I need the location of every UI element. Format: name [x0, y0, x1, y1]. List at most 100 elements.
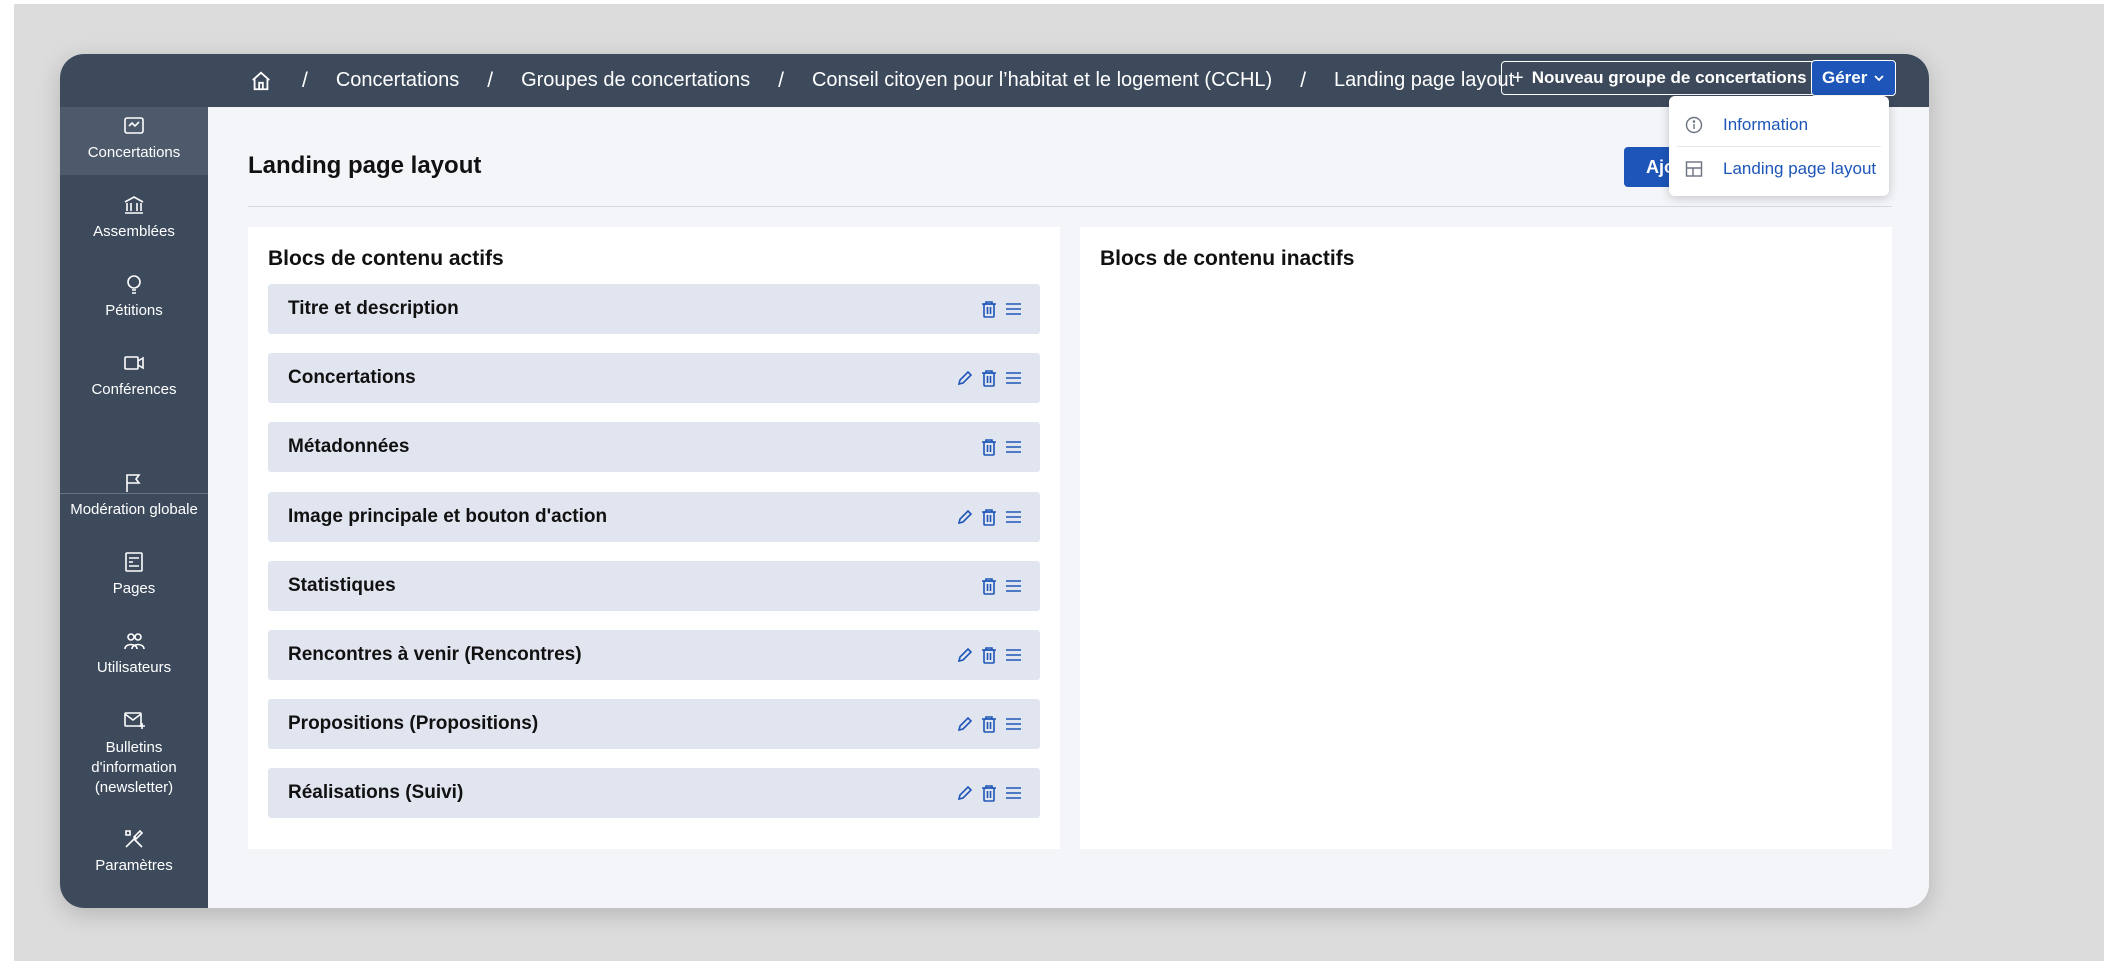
sidebar-item-label: Bulletins d'information (newsletter) [91, 739, 177, 796]
concertations-icon [122, 114, 146, 138]
sidebar-item-moderation[interactable]: Modération globale [60, 471, 208, 518]
drag-handle-icon[interactable] [1004, 715, 1022, 733]
menu-item-label: Landing page layout [1723, 159, 1877, 178]
inactive-blocks-title: Blocs de contenu inactifs [1100, 247, 1355, 270]
trash-icon[interactable] [980, 577, 998, 595]
menu-item-label: Information [1723, 115, 1809, 134]
inactive-blocks-panel[interactable]: Blocs de contenu inactifs [1080, 227, 1892, 849]
chevron-down-icon [1873, 72, 1885, 84]
block-actions [956, 699, 1022, 749]
manage-button[interactable]: Gérer [1811, 60, 1897, 96]
pencil-icon[interactable] [956, 784, 974, 802]
manage-dropdown-menu: Information Landing page layout [1669, 96, 1889, 196]
drag-handle-icon[interactable] [1004, 508, 1022, 526]
sidebar-item-users[interactable]: Utilisateurs [60, 629, 208, 676]
trash-icon[interactable] [980, 369, 998, 387]
drag-handle-icon[interactable] [1004, 784, 1022, 802]
users-icon [122, 629, 146, 653]
active-blocks-panel: Blocs de contenu actifs Titre et descrip… [248, 227, 1060, 849]
trash-icon[interactable] [980, 715, 998, 733]
sidebar-item-newsletter[interactable]: Bulletins d'information (newsletter) [60, 708, 208, 798]
sidebar-item-label: Assemblées [93, 223, 175, 240]
sidebar-item-label: Utilisateurs [96, 659, 172, 676]
sidebar-item-label: Modération globale [70, 501, 198, 518]
breadcrumb-concertations[interactable]: Concertations [336, 69, 459, 92]
active-blocks-title: Blocs de contenu actifs [268, 247, 504, 270]
video-icon [122, 351, 146, 375]
sidebar-item-label: Pétitions [105, 302, 163, 319]
block-label: Réalisations (Suivi) [288, 782, 464, 803]
trash-icon[interactable] [980, 646, 998, 664]
breadcrumb-separator: / [302, 68, 308, 92]
block-actions [980, 284, 1022, 334]
pencil-icon[interactable] [956, 646, 974, 664]
block-actions [956, 492, 1022, 542]
flag-icon [122, 471, 146, 495]
block-label: Rencontres à venir (Rencontres) [288, 644, 582, 665]
menu-item-landing-page-layout[interactable]: Landing page layout [1669, 149, 1889, 189]
block-actions [956, 768, 1022, 818]
plus-icon: + [1512, 66, 1524, 89]
pencil-icon[interactable] [956, 369, 974, 387]
drag-handle-icon[interactable] [1004, 646, 1022, 664]
content-block[interactable]: Concertations [268, 353, 1040, 403]
trash-icon[interactable] [980, 784, 998, 802]
trash-icon[interactable] [980, 508, 998, 526]
lightbulb-icon [122, 272, 146, 296]
breadcrumb-separator: / [487, 68, 494, 92]
tools-icon [122, 827, 146, 851]
sidebar-item-petitions[interactable]: Pétitions [60, 272, 208, 319]
breadcrumb-groups[interactable]: Groupes de concertations [521, 69, 750, 92]
admin-window: / Concertations / Groupes de concertatio… [60, 54, 1929, 908]
pencil-icon[interactable] [956, 508, 974, 526]
top-bar: / Concertations / Groupes de concertatio… [60, 54, 1929, 107]
sidebar-item-pages[interactable]: Pages [60, 550, 208, 597]
info-icon [1685, 116, 1703, 134]
block-actions [980, 422, 1022, 472]
main-content: Landing page layout Ajo Blocs de contenu… [208, 107, 1929, 908]
block-label: Métadonnées [288, 436, 410, 457]
block-actions [956, 353, 1022, 403]
layout-icon [1685, 160, 1703, 178]
content-block[interactable]: Métadonnées [268, 422, 1040, 472]
content-block[interactable]: Réalisations (Suivi) [268, 768, 1040, 818]
drag-handle-icon[interactable] [1004, 438, 1022, 456]
sidebar-item-label: Paramètres [95, 857, 173, 874]
content-block[interactable]: Statistiques [268, 561, 1040, 611]
block-actions [956, 630, 1022, 680]
new-group-label: Nouveau groupe de concertations [1531, 68, 1807, 87]
content-block[interactable]: Propositions (Propositions) [268, 699, 1040, 749]
breadcrumb-separator: / [1300, 68, 1307, 92]
sidebar: Concertations Assemblées Pétitions Confé… [60, 107, 208, 908]
breadcrumb-current: Landing page layout [1334, 69, 1515, 91]
breadcrumb-group[interactable]: Conseil citoyen pour l’habitat et le log… [812, 69, 1272, 92]
sidebar-item-concertations[interactable]: Concertations [60, 107, 208, 175]
sidebar-item-settings[interactable]: Paramètres [60, 827, 208, 874]
sidebar-item-label: Conférences [91, 381, 177, 398]
drag-handle-icon[interactable] [1004, 369, 1022, 387]
content-block[interactable]: Image principale et bouton d'action [268, 492, 1040, 542]
pencil-icon[interactable] [956, 715, 974, 733]
sidebar-item-label: Concertations [87, 144, 181, 161]
mail-icon [122, 708, 146, 732]
assemblies-icon [122, 193, 146, 217]
drag-handle-icon[interactable] [1004, 577, 1022, 595]
pages-icon [122, 550, 146, 574]
content-block[interactable]: Titre et description [268, 284, 1040, 334]
sidebar-item-conferences[interactable]: Conférences [60, 351, 208, 398]
home-icon[interactable] [248, 68, 274, 94]
manage-label: Gérer [1822, 68, 1868, 87]
sidebar-item-label: Pages [112, 580, 156, 597]
block-label: Image principale et bouton d'action [288, 506, 608, 527]
content-block[interactable]: Rencontres à venir (Rencontres) [268, 630, 1040, 680]
new-group-button[interactable]: + Nouveau groupe de concertations [1501, 61, 1818, 95]
drag-handle-icon[interactable] [1004, 300, 1022, 318]
menu-item-information[interactable]: Information [1669, 105, 1889, 145]
trash-icon[interactable] [980, 438, 998, 456]
block-label: Concertations [288, 367, 416, 388]
breadcrumb-separator: / [778, 68, 784, 92]
page-title: Landing page layout [248, 152, 482, 179]
sidebar-item-assemblies[interactable]: Assemblées [60, 193, 208, 240]
trash-icon[interactable] [980, 300, 998, 318]
divider [248, 206, 1892, 207]
